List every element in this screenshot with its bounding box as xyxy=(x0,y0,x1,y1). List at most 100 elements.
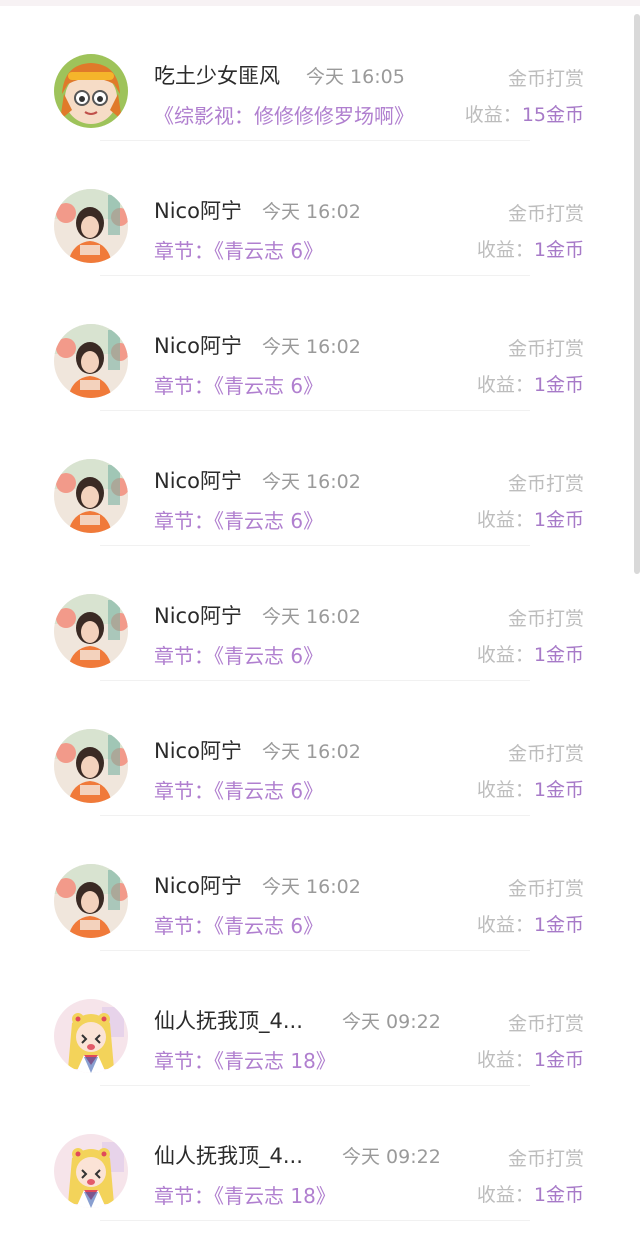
reward-type-label: 金币打赏 xyxy=(507,473,584,495)
user-name[interactable]: Nico阿宁 xyxy=(154,330,242,360)
income-label: 收益： xyxy=(476,1049,534,1071)
user-name[interactable]: Nico阿宁 xyxy=(154,870,242,900)
chapter-prefix-label: 章节： xyxy=(154,239,214,263)
reward-type-label: 金币打赏 xyxy=(507,338,584,360)
row-divider xyxy=(100,950,530,951)
income-info: 收益：1金币 xyxy=(477,1180,584,1207)
chapter-prefix-label: 章节： xyxy=(154,509,214,533)
reward-record-row[interactable]: 仙人抚我顶_4... 今天 09:22 金币打赏章节：《青云志 18》 收益：1金币 xyxy=(0,1088,640,1223)
income-value: 1金币 xyxy=(533,239,584,261)
income-value: 1金币 xyxy=(533,1184,584,1206)
row-divider xyxy=(100,1220,530,1221)
top-strip xyxy=(0,0,640,6)
row-divider xyxy=(100,410,530,411)
income-value: 15金币 xyxy=(521,104,584,126)
income-label: 收益： xyxy=(476,779,534,801)
reward-time: 今天 09:22 xyxy=(342,1011,441,1033)
income-info: 收益：1金币 xyxy=(477,1045,584,1072)
income-value: 1金币 xyxy=(533,509,584,531)
income-value: 1金币 xyxy=(533,1049,584,1071)
reward-type-label: 金币打赏 xyxy=(507,1013,584,1035)
user-name[interactable]: Nico阿宁 xyxy=(154,195,242,225)
user-avatar[interactable] xyxy=(54,459,128,533)
user-avatar[interactable] xyxy=(54,729,128,803)
chapter-prefix-label: 章节： xyxy=(154,914,214,938)
chapter-prefix-label: 章节： xyxy=(154,644,214,668)
reward-record-row[interactable]: Nico阿宁 今天 16:02 金币打赏章节：《青云志 6》 收益：1金币 xyxy=(0,278,640,413)
work-title-link[interactable]: 《综影视：修修修修罗场啊》 xyxy=(154,104,414,128)
work-title-link[interactable]: 《青云志 18》 xyxy=(214,1049,336,1073)
income-label: 收益： xyxy=(476,644,534,666)
chapter-prefix-label: 章节： xyxy=(154,1049,214,1073)
reward-target-detail[interactable]: 章节：《青云志 6》 xyxy=(154,775,323,804)
user-name[interactable]: Nico阿宁 xyxy=(154,465,242,495)
reward-target-detail[interactable]: 章节：《青云志 6》 xyxy=(154,640,323,669)
user-name[interactable]: 仙人抚我顶_4... xyxy=(154,1140,303,1170)
reward-record-row[interactable]: Nico阿宁 今天 16:02 金币打赏 章节：《青云志 6》 收益：1金币 xyxy=(0,143,640,278)
income-value: 1金币 xyxy=(533,914,584,936)
reward-type-label: 金币打赏 xyxy=(507,68,584,90)
income-label: 收益： xyxy=(476,509,534,531)
chapter-prefix-label: 章节： xyxy=(154,1184,214,1208)
reward-record-row[interactable]: Nico阿宁 今天 16:02 金币打赏 章节：《青云志 6》 收益：1金币 xyxy=(0,413,640,548)
reward-record-row[interactable]: Nico阿宁 今天 16:02 金币打赏 章节：《青云志 6》 收益：1金币 xyxy=(0,683,640,818)
income-info: 收益：1金币 xyxy=(477,370,584,397)
user-avatar[interactable] xyxy=(54,189,128,263)
reward-time: 今天 16:05 xyxy=(306,66,405,88)
work-title-link[interactable]: 《青云志 6》 xyxy=(214,509,323,533)
work-title-link[interactable]: 《青云志 18》 xyxy=(214,1184,336,1208)
income-label: 收益： xyxy=(464,104,522,126)
income-info: 收益：1金币 xyxy=(477,505,584,532)
reward-target-detail[interactable]: 章节：《青云志 18》 xyxy=(154,1180,336,1209)
reward-target-detail[interactable]: 章节：《青云志 6》 xyxy=(154,505,323,534)
work-title-link[interactable]: 《青云志 6》 xyxy=(214,779,323,803)
work-title-link[interactable]: 《青云志 6》 xyxy=(214,374,323,398)
row-divider xyxy=(100,680,530,681)
reward-target-detail[interactable]: 章节：《青云志 6》 xyxy=(154,235,323,264)
work-title-link[interactable]: 《青云志 6》 xyxy=(214,914,323,938)
chapter-prefix-label: 章节： xyxy=(154,374,214,398)
reward-record-row[interactable]: 仙人抚我顶_4... 今天 09:22 金币打赏章节：《青云志 18》 收益：1金币 xyxy=(0,953,640,1088)
reward-type-label: 金币打赏 xyxy=(507,1148,584,1170)
reward-time: 今天 16:02 xyxy=(262,606,361,628)
user-avatar[interactable] xyxy=(54,54,128,128)
work-title-link[interactable]: 《青云志 6》 xyxy=(214,644,323,668)
income-info: 收益：1金币 xyxy=(477,235,584,262)
reward-type-label: 金币打赏 xyxy=(507,743,584,765)
row-divider xyxy=(100,275,530,276)
user-avatar[interactable] xyxy=(54,999,128,1073)
income-label: 收益： xyxy=(476,239,534,261)
row-divider xyxy=(100,815,530,816)
user-name[interactable]: 吃土少女匪风 xyxy=(154,60,280,90)
row-divider xyxy=(100,1085,530,1086)
user-avatar[interactable] xyxy=(54,1134,128,1208)
income-info: 收益：1金币 xyxy=(477,910,584,937)
user-name[interactable]: Nico阿宁 xyxy=(154,600,242,630)
income-label: 收益： xyxy=(476,1184,534,1206)
work-title-link[interactable]: 《青云志 6》 xyxy=(214,239,323,263)
reward-type-label: 金币打赏 xyxy=(507,878,584,900)
reward-target-detail[interactable]: 章节：《青云志 6》 xyxy=(154,910,323,939)
income-label: 收益： xyxy=(476,374,534,396)
user-avatar[interactable] xyxy=(54,594,128,668)
reward-type-label: 金币打赏 xyxy=(507,608,584,630)
reward-record-row[interactable]: Nico阿宁 今天 16:02 金币打赏章节：《青云志 6》 收益：1金币 xyxy=(0,548,640,683)
income-info: 收益：1金币 xyxy=(477,640,584,667)
income-info: 收益：1金币 xyxy=(477,775,584,802)
reward-target-detail[interactable]: 章节：《青云志 18》 xyxy=(154,1045,336,1074)
reward-time: 今天 16:02 xyxy=(262,336,361,358)
reward-record-row[interactable]: 吃土少女匪风 今天 16:05 金币打赏《综影视：修修修修罗场啊》 收益：15金币 xyxy=(0,8,640,143)
user-name[interactable]: Nico阿宁 xyxy=(154,735,242,765)
income-value: 1金币 xyxy=(533,779,584,801)
reward-target-detail[interactable]: 《综影视：修修修修罗场啊》 xyxy=(154,100,414,129)
reward-time: 今天 09:22 xyxy=(342,1146,441,1168)
user-avatar[interactable] xyxy=(54,324,128,398)
scrollbar[interactable] xyxy=(634,14,640,574)
reward-record-row[interactable]: Nico阿宁 今天 16:02 金币打赏章节：《青云志 6》 收益：1金币 xyxy=(0,818,640,953)
row-divider xyxy=(100,140,530,141)
income-label: 收益： xyxy=(476,914,534,936)
user-name[interactable]: 仙人抚我顶_4... xyxy=(154,1005,303,1035)
user-avatar[interactable] xyxy=(54,864,128,938)
reward-target-detail[interactable]: 章节：《青云志 6》 xyxy=(154,370,323,399)
reward-time: 今天 16:02 xyxy=(262,876,361,898)
